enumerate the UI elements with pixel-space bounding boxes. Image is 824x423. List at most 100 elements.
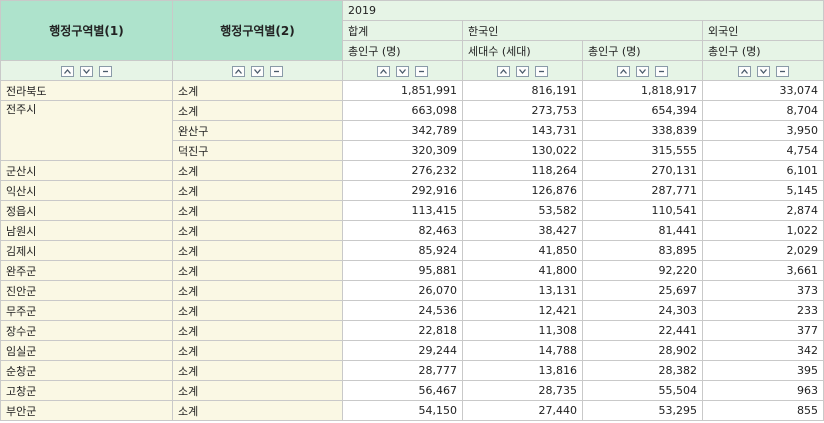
value-cell: 377 <box>702 320 824 341</box>
region-label: 전라북도 <box>0 80 173 101</box>
collapse-icon[interactable] <box>415 65 428 77</box>
value-cell: 130,022 <box>462 140 583 161</box>
collapse-icon[interactable] <box>535 65 548 77</box>
value-cell: 816,191 <box>462 80 583 101</box>
sort-up-icon[interactable] <box>497 65 510 77</box>
group-header-foreign: 외국인 <box>702 20 824 41</box>
value-cell: 92,220 <box>582 260 703 281</box>
column-controls <box>702 60 824 81</box>
column-controls <box>582 60 703 81</box>
table-row: 정읍시 소계 113,415 53,582 110,541 2,874 <box>0 200 824 221</box>
region-label: 고창군 <box>0 380 173 401</box>
column-controls <box>172 60 343 81</box>
value-cell: 273,753 <box>462 100 583 121</box>
subregion-label: 소계 <box>172 100 343 121</box>
value-cell: 2,874 <box>702 200 824 221</box>
sort-up-icon[interactable] <box>377 65 390 77</box>
value-cell: 143,731 <box>462 120 583 141</box>
subregion-label: 소계 <box>172 260 343 281</box>
value-cell: 342,789 <box>342 120 463 141</box>
sort-up-icon[interactable] <box>232 65 245 77</box>
value-cell: 287,771 <box>582 180 703 201</box>
table-row: 전라북도 소계 1,851,991 816,191 1,818,917 33,074 <box>0 80 824 101</box>
table-row: 익산시 소계 292,916 126,876 287,771 5,145 <box>0 180 824 201</box>
value-cell: 270,131 <box>582 160 703 181</box>
sort-up-icon[interactable] <box>737 65 751 77</box>
value-cell: 56,467 <box>342 380 463 401</box>
value-cell: 33,074 <box>702 80 824 101</box>
table-row: 김제시 소계 85,924 41,850 83,895 2,029 <box>0 240 824 261</box>
value-cell: 24,303 <box>582 300 703 321</box>
value-cell: 1,851,991 <box>342 80 463 101</box>
table-row: 장수군 소계 22,818 11,308 22,441 377 <box>0 320 824 341</box>
column-controls <box>462 60 583 81</box>
region-label: 전주시 <box>0 100 173 161</box>
value-cell: 41,850 <box>462 240 583 261</box>
value-cell: 292,916 <box>342 180 463 201</box>
subregion-label: 소계 <box>172 240 343 261</box>
value-cell: 1,022 <box>702 220 824 241</box>
value-cell: 126,876 <box>462 180 583 201</box>
value-cell: 83,895 <box>582 240 703 261</box>
region-label: 군산시 <box>0 160 173 181</box>
collapse-icon[interactable] <box>99 65 112 77</box>
sort-down-icon[interactable] <box>636 65 649 77</box>
value-cell: 5,145 <box>702 180 824 201</box>
value-cell: 95,881 <box>342 260 463 281</box>
region-label: 순창군 <box>0 360 173 381</box>
sort-up-icon[interactable] <box>61 65 74 77</box>
table-row: 순창군 소계 28,777 13,816 28,382 395 <box>0 360 824 381</box>
subregion-label: 소계 <box>172 400 343 421</box>
value-cell: 3,950 <box>702 120 824 141</box>
value-cell: 342 <box>702 340 824 361</box>
value-cell: 55,504 <box>582 380 703 401</box>
subregion-label: 소계 <box>172 340 343 361</box>
sort-down-icon[interactable] <box>251 65 264 77</box>
table-row: 전주시 소계 663,098 273,753 654,394 8,704 <box>0 100 824 161</box>
value-cell: 53,582 <box>462 200 583 221</box>
column-controls <box>342 60 463 81</box>
value-cell: 29,244 <box>342 340 463 361</box>
value-cell: 338,839 <box>582 120 703 141</box>
value-cell: 28,902 <box>582 340 703 361</box>
value-cell: 22,818 <box>342 320 463 341</box>
region-label: 부안군 <box>0 400 173 421</box>
value-cell: 14,788 <box>462 340 583 361</box>
value-cell: 28,777 <box>342 360 463 381</box>
region-label: 완주군 <box>0 260 173 281</box>
dim1-header[interactable]: 행정구역별(1) <box>0 0 173 61</box>
value-cell: 22,441 <box>582 320 703 341</box>
subregion-label: 소계 <box>172 320 343 341</box>
column-controls <box>0 60 173 81</box>
dim2-header[interactable]: 행정구역별(2) <box>172 0 343 61</box>
col-header-foreign-population: 총인구 (명) <box>702 40 824 61</box>
value-cell: 8,704 <box>702 100 824 121</box>
value-cell: 11,308 <box>462 320 583 341</box>
subregion-label: 덕진구 <box>172 140 343 161</box>
table-row: 군산시 소계 276,232 118,264 270,131 6,101 <box>0 160 824 181</box>
collapse-icon[interactable] <box>775 65 789 77</box>
subregion-label: 소계 <box>172 360 343 381</box>
sort-down-icon[interactable] <box>396 65 409 77</box>
region-label: 장수군 <box>0 320 173 341</box>
table-row: 완주군 소계 95,881 41,800 92,220 3,661 <box>0 260 824 281</box>
value-cell: 81,441 <box>582 220 703 241</box>
table-row: 고창군 소계 56,467 28,735 55,504 963 <box>0 380 824 401</box>
statistics-table: 행정구역별(1) 행정구역별(2) 2019 합계 한국인 외국인 총인구 (명… <box>0 0 824 421</box>
collapse-icon[interactable] <box>655 65 668 77</box>
value-cell: 110,541 <box>582 200 703 221</box>
sort-down-icon[interactable] <box>516 65 529 77</box>
value-cell: 82,463 <box>342 220 463 241</box>
year-header: 2019 <box>342 0 824 21</box>
table-row: 남원시 소계 82,463 38,427 81,441 1,022 <box>0 220 824 241</box>
collapse-icon[interactable] <box>270 65 283 77</box>
table-row: 임실군 소계 29,244 14,788 28,902 342 <box>0 340 824 361</box>
sort-down-icon[interactable] <box>756 65 770 77</box>
sort-up-icon[interactable] <box>617 65 630 77</box>
value-cell: 3,661 <box>702 260 824 281</box>
value-cell: 85,924 <box>342 240 463 261</box>
value-cell: 28,735 <box>462 380 583 401</box>
subregion-label: 완산구 <box>172 120 343 141</box>
sort-down-icon[interactable] <box>80 65 93 77</box>
region-label: 남원시 <box>0 220 173 241</box>
